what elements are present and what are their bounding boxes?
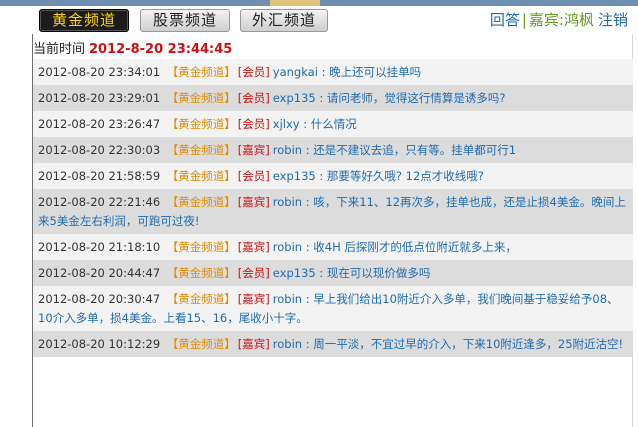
message-row: 2012-08-20 20:44:47 【黄金频道】 [会员] exp135 : 现… (33, 260, 633, 286)
message-time: 2012-08-20 22:21:46 (38, 195, 161, 209)
message-role: [嘉宾] (237, 292, 270, 306)
message-user[interactable]: yangkai (273, 65, 318, 79)
message-channel[interactable]: 【黄金频道】 (167, 91, 236, 105)
message-text: : 还是不建议去追，只有等。挂单都可行1 (302, 143, 517, 157)
message-time: 2012-08-20 22:30:03 (38, 143, 161, 157)
message-user[interactable]: exp135 (273, 169, 316, 183)
current-time-value: 2012-8-20 23:44:45 (89, 42, 233, 57)
tab-stock-channel[interactable]: 股票频道 (140, 9, 230, 32)
message-channel[interactable]: 【黄金频道】 (167, 143, 236, 157)
current-time-label: 当前时间 (33, 42, 86, 57)
message-text: : 晚上还可以挂单吗 (317, 65, 422, 79)
current-time: 当前时间 2012-8-20 23:44:45 (33, 38, 232, 57)
message-time: 2012-08-20 23:29:01 (38, 91, 161, 105)
reply-link[interactable]: 回答 (490, 11, 520, 29)
message-text: : 那要等好久哦? 12点才收线哦? (315, 169, 484, 183)
message-row: 2012-08-20 23:29:01 【黄金频道】 [会员] exp135 : 请… (33, 85, 633, 111)
message-time: 2012-08-20 21:58:59 (38, 169, 161, 183)
message-row: 2012-08-20 21:58:59 【黄金频道】 [会员] exp135 : 那… (33, 163, 633, 189)
message-user[interactable]: xjlxy (273, 117, 300, 131)
message-role: [会员] (237, 169, 270, 183)
message-role: [会员] (237, 91, 270, 105)
message-role: [嘉宾] (237, 240, 270, 254)
message-channel[interactable]: 【黄金频道】 (167, 337, 236, 351)
message-time: 2012-08-20 21:18:10 (38, 240, 161, 254)
message-user[interactable]: robin (273, 337, 302, 351)
message-row: 2012-08-20 10:12:29 【黄金频道】 [嘉宾] robin : 周一… (33, 331, 633, 357)
message-row: 2012-08-20 21:18:10 【黄金频道】 [嘉宾] robin : 收4… (33, 234, 633, 260)
username: 鸿枫 (563, 11, 594, 29)
message-user[interactable]: robin (273, 292, 302, 306)
message-text: : 现在可以现价做多吗 (315, 266, 431, 280)
message-user[interactable]: robin (273, 143, 302, 157)
message-channel[interactable]: 【黄金频道】 (167, 266, 236, 280)
message-text: : 请问老师，觉得这行情算是诱多吗? (315, 91, 506, 105)
message-channel[interactable]: 【黄金频道】 (167, 240, 236, 254)
message-text: : 收4H 后探刚才的低点位附近就多上来， (302, 240, 517, 254)
channel-header: 黄金频道 股票频道 外汇频道 回答 | 嘉宾:鸿枫 注销 (0, 6, 638, 34)
message-text: : 什么情况 (299, 117, 357, 131)
message-role: [嘉宾] (237, 195, 270, 209)
message-time: 2012-08-20 20:30:47 (38, 292, 161, 306)
message-user[interactable]: exp135 (273, 91, 316, 105)
message-user[interactable]: robin (273, 195, 302, 209)
message-row: 2012-08-20 20:30:47 【黄金频道】 [嘉宾] robin : 早上… (33, 286, 633, 331)
separator: | (521, 11, 527, 29)
message-user[interactable]: robin (273, 240, 302, 254)
message-channel[interactable]: 【黄金频道】 (167, 117, 236, 131)
message-time: 2012-08-20 10:12:29 (38, 337, 161, 351)
message-row: 2012-08-20 23:34:01 【黄金频道】 [会员] yangkai : … (33, 59, 633, 85)
message-role: [会员] (237, 266, 270, 280)
message-row: 2012-08-20 22:30:03 【黄金频道】 [嘉宾] robin : 还是… (33, 137, 633, 163)
message-channel[interactable]: 【黄金频道】 (167, 169, 236, 183)
tab-forex-channel[interactable]: 外汇频道 (240, 9, 328, 32)
message-channel[interactable]: 【黄金频道】 (167, 65, 236, 79)
message-channel[interactable]: 【黄金频道】 (167, 292, 236, 306)
message-text: : 周一平淡，不宜过早的介入，下来10附近逢多，25附近沽空! (302, 337, 624, 351)
message-role: [会员] (237, 65, 270, 79)
logout-link[interactable]: 注销 (598, 11, 628, 29)
message-row: 2012-08-20 23:26:47 【黄金频道】 [会员] xjlxy : 什么… (33, 111, 633, 137)
message-time: 2012-08-20 23:26:47 (38, 117, 161, 131)
message-row: 2012-08-20 22:21:46 【黄金频道】 [嘉宾] robin : 咳，… (33, 189, 633, 234)
message-role: [嘉宾] (237, 143, 270, 157)
message-time: 2012-08-20 23:34:01 (38, 65, 161, 79)
tab-gold-channel[interactable]: 黄金频道 (39, 9, 129, 32)
message-user[interactable]: exp135 (273, 266, 316, 280)
message-role: [会员] (237, 117, 270, 131)
message-channel[interactable]: 【黄金频道】 (167, 195, 236, 209)
user-bar: 回答 | 嘉宾:鸿枫 注销 (490, 9, 628, 31)
message-time: 2012-08-20 20:44:47 (38, 266, 161, 280)
message-role: [嘉宾] (237, 337, 270, 351)
guest-label: 嘉宾: (528, 11, 564, 29)
message-list[interactable]: 2012-08-20 23:34:01 【黄金频道】 [会员] yangkai : … (33, 59, 633, 357)
